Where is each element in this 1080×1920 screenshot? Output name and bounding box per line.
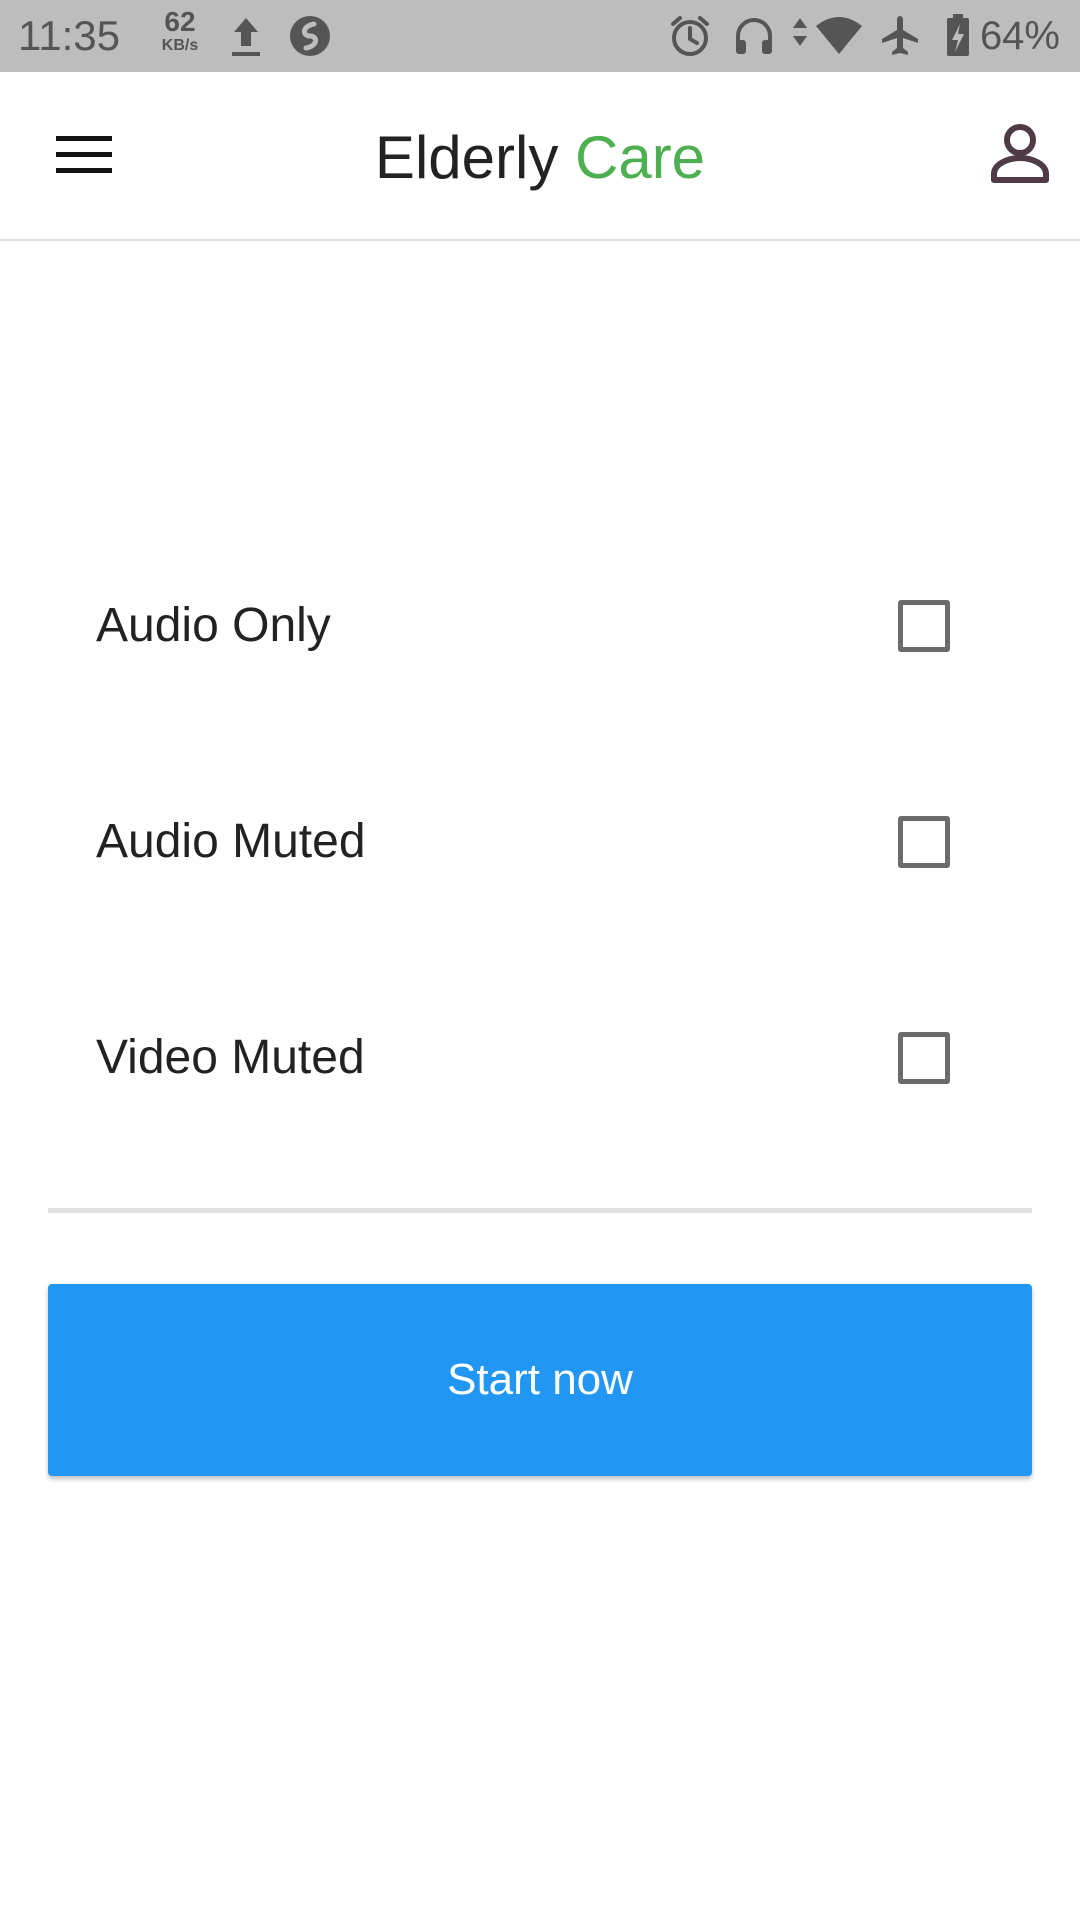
network-speed: 62 KB/s (156, 8, 204, 56)
top-app-bar: Elderly Care (0, 72, 1080, 241)
shazam-icon (288, 12, 332, 65)
data-arrows-icon (790, 12, 810, 65)
start-now-button[interactable]: Start now (48, 1284, 1032, 1476)
app-title-accent: Care (575, 124, 706, 191)
battery-charging-icon (944, 12, 972, 65)
network-speed-value: 62 (164, 6, 196, 37)
option-video-muted[interactable]: Video Muted (0, 1008, 1080, 1108)
option-audio-only[interactable]: Audio Only (0, 576, 1080, 676)
video-muted-checkbox[interactable] (898, 1032, 950, 1084)
status-bar: 11:35 62 KB/s 64% (0, 0, 1080, 72)
option-audio-muted[interactable]: Audio Muted (0, 792, 1080, 892)
airplane-icon (878, 12, 922, 65)
app-title-main: Elderly (374, 124, 559, 191)
option-label: Video Muted (96, 1031, 365, 1084)
status-time: 11:35 (18, 12, 120, 59)
network-speed-unit: KB/s (161, 37, 199, 54)
divider (48, 1208, 1032, 1213)
battery-percent: 64% (979, 14, 1060, 58)
option-label: Audio Muted (96, 815, 366, 868)
app-title: Elderly Care (0, 124, 1080, 192)
headset-icon (732, 12, 776, 65)
option-label: Audio Only (96, 599, 331, 652)
upload-icon (228, 12, 264, 65)
audio-muted-checkbox[interactable] (898, 816, 950, 868)
person-icon (988, 122, 1052, 191)
wifi-icon (814, 12, 864, 65)
alarm-icon (668, 12, 712, 65)
profile-button[interactable] (976, 112, 1064, 200)
audio-only-checkbox[interactable] (898, 600, 950, 652)
